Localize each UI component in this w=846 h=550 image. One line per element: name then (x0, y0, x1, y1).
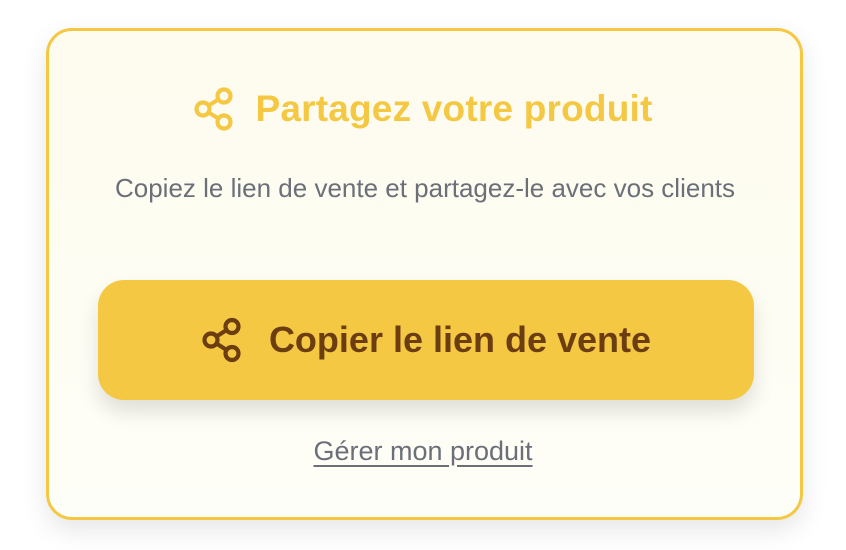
card-title: Partagez votre produit (255, 88, 653, 129)
share-icon (193, 87, 235, 131)
card-header: Partagez votre produit (0, 82, 846, 136)
manage-product-link[interactable]: Gérer mon produit (0, 436, 846, 467)
copy-button-label: Copier le lien de vente (268, 319, 652, 360)
copy-sales-link-button[interactable]: Copier le lien de vente (98, 280, 754, 400)
share-icon (201, 317, 243, 363)
card-description: Copiez le lien de vente et partagez-le a… (114, 173, 735, 203)
